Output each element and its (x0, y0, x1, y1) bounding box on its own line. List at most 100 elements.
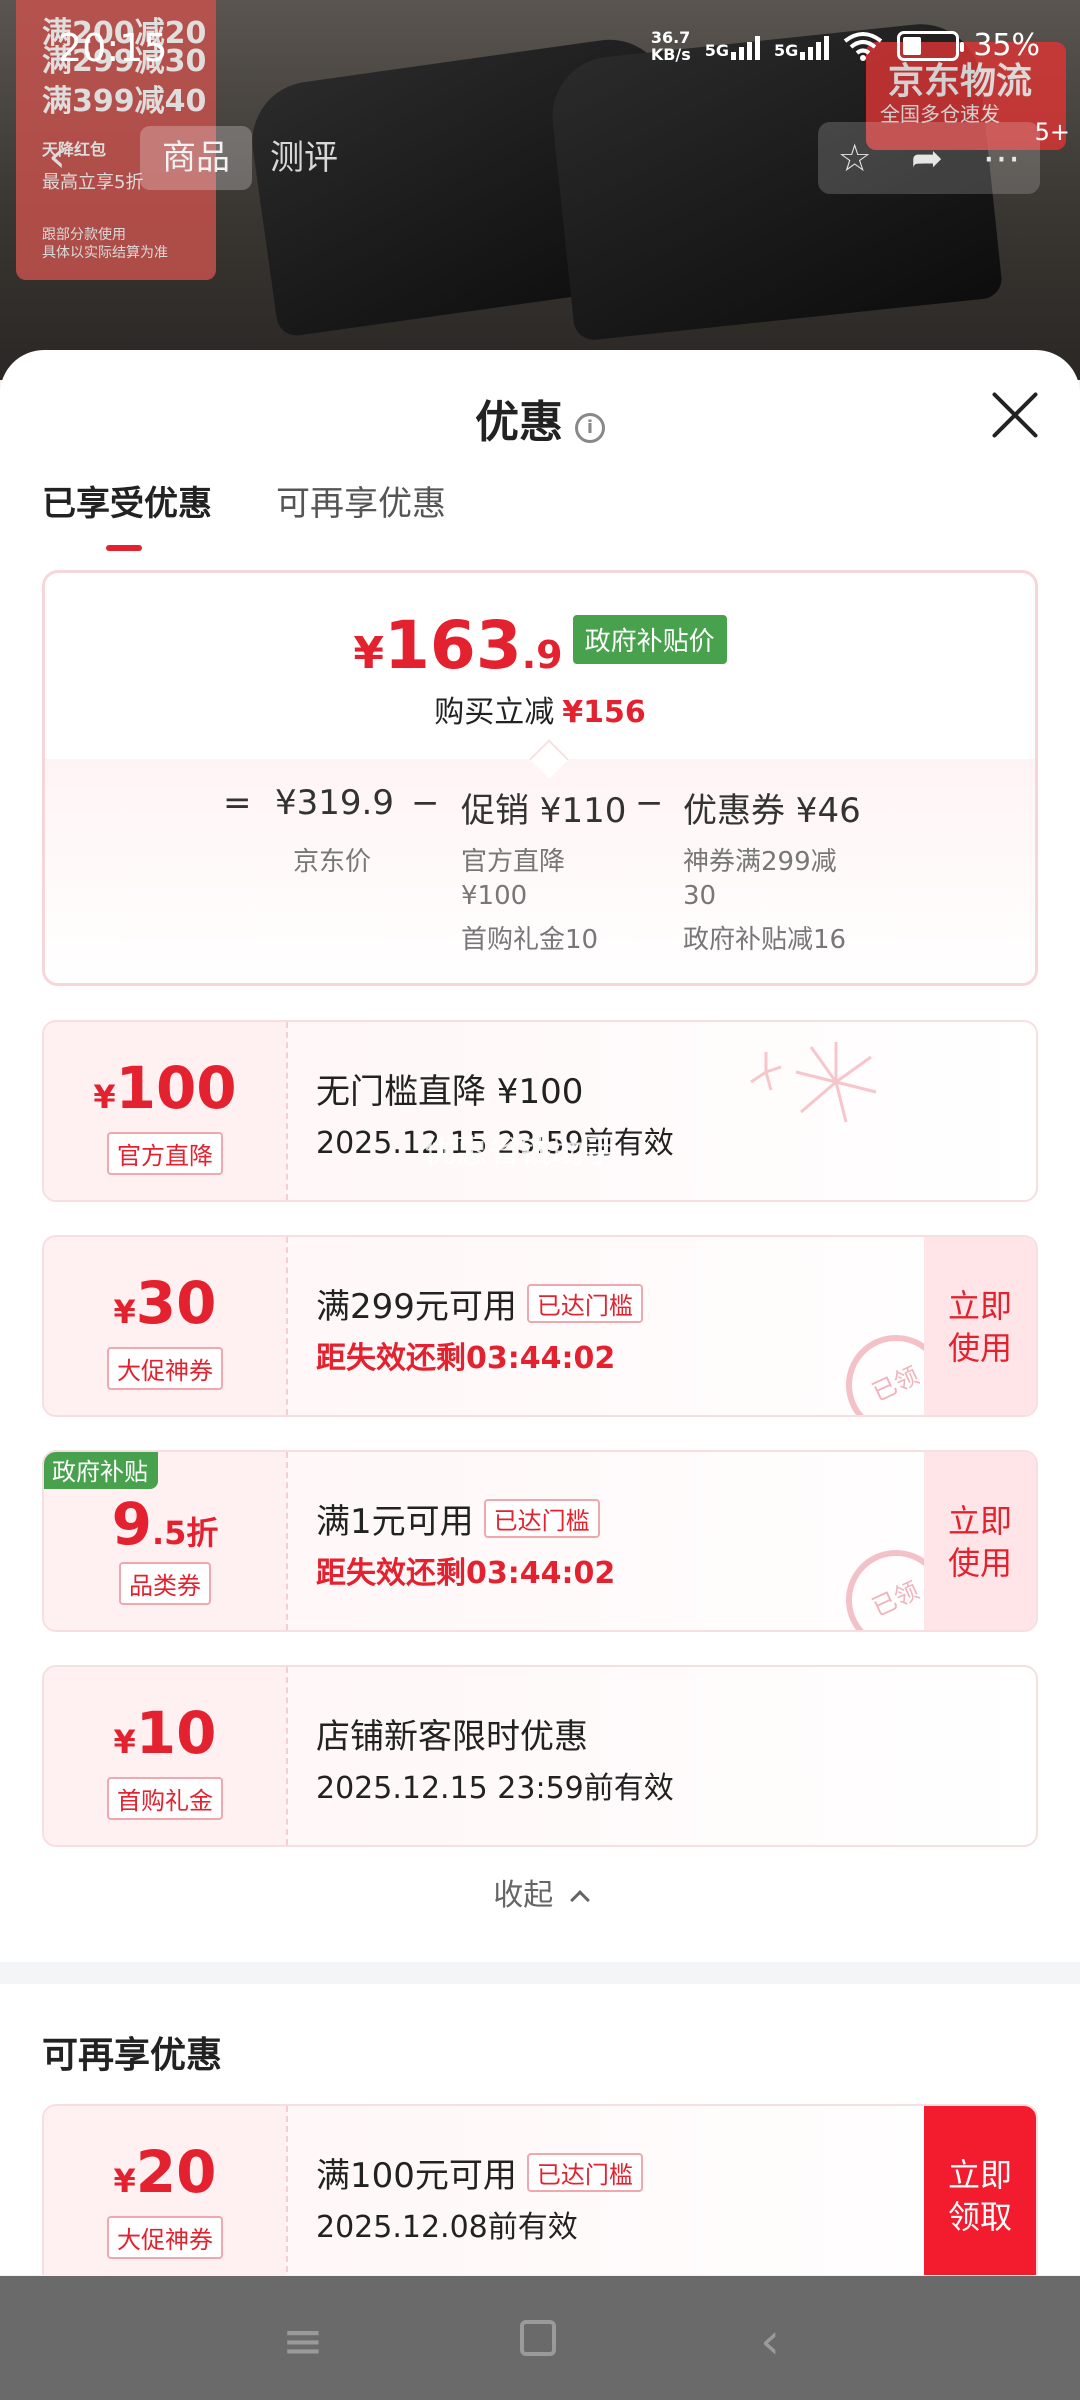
coupon-amount: ¥10 (44, 1699, 286, 1767)
coupon-amount: ¥100 (44, 1054, 286, 1122)
coupon-separator (286, 1237, 288, 1415)
coupon-detail-1: 神券满299减 (683, 847, 837, 877)
home-icon[interactable] (520, 2320, 556, 2356)
reduction-label: 购买立减 (434, 695, 555, 730)
tab-product[interactable]: 商品 (140, 126, 252, 190)
share-icon[interactable]: ➦ (911, 136, 943, 180)
coupon-value: 30 (135, 1269, 217, 1337)
jd-price-label: 京东价 (293, 847, 372, 877)
coupon-kind-label: 大促神券 (107, 2216, 223, 2259)
tab-enjoyed-discounts[interactable]: 已享受优惠 (42, 476, 212, 551)
threshold-met-tag: 已达门槛 (526, 2153, 643, 2192)
coupon-total: 优惠券 ¥46 (683, 791, 861, 831)
minus-sign-2: − (635, 783, 664, 823)
signal-1-icon: 5G (704, 32, 761, 60)
coupon-kind: 首购礼金 (44, 1777, 286, 1820)
collapse-label: 收起 (493, 1878, 554, 1913)
tab-more-discounts[interactable]: 可再享优惠 (276, 476, 446, 525)
coupon-title: 店铺新客限时优惠 (316, 1717, 588, 1757)
back-icon[interactable]: ‹ (30, 130, 84, 184)
coupon-countdown: 距失效还剩03:44:02 (316, 1556, 616, 1591)
wifi-icon (844, 31, 883, 61)
gov-subsidy-price-tag: 政府补贴价 (572, 615, 727, 664)
tab-review[interactable]: 测评 (248, 126, 360, 190)
coupon-kind-label: 首购礼金 (107, 1777, 223, 1820)
use-now-button[interactable]: 立即 使用 (924, 1237, 1036, 1415)
promo-foot: 跟部分款使用 具体以实际结算为准 (42, 227, 168, 261)
instant-reduction: 购买立减 ¥156 (45, 687, 1035, 731)
back-nav-icon[interactable]: ‹ (760, 2312, 780, 2370)
claim-now-button[interactable]: 立即 领取 (924, 2106, 1036, 2275)
status-icons: 36.7 KB/s 5G 5G 35% (651, 28, 1040, 63)
coupon-separator (286, 1667, 288, 1845)
use-now-button[interactable]: 立即 使用 (924, 1452, 1036, 1630)
coupon-amount: ¥20 (44, 2138, 286, 2206)
network-type-1: 5G (704, 40, 730, 60)
info-icon[interactable]: i (575, 413, 605, 443)
status-bar: 20:15 36.7 KB/s 5G 5G 35% (0, 0, 1080, 100)
battery-fill (903, 36, 922, 55)
price-summary-card: ¥163.9 政府补贴价 购买立减 ¥156 = ¥319.9 − 促销 ¥110 … (42, 570, 1038, 986)
coupon-separator (286, 1022, 288, 1200)
coupon-title: 满100元可用 已达门槛 (316, 2148, 643, 2197)
coupon-kind: 大促神券 (44, 2216, 286, 2259)
price-currency: ¥ (353, 628, 384, 679)
coupon-detail-2: 30 (683, 881, 717, 911)
product-top-nav: ‹ 商品 测评 ☆ ➦ ⋯ (0, 118, 1080, 198)
threshold-met-tag: 已达门槛 (526, 1284, 643, 1323)
coupon-title-text: 满100元可用 (316, 2156, 517, 2196)
collapse-button[interactable]: 收起 (0, 1870, 1080, 1914)
battery-icon (897, 30, 965, 61)
reduction-value: ¥156 (562, 695, 646, 730)
discount-sheet: 优惠 i 已享受优惠 可再享优惠 ¥163.9 政府补贴价 购买立减 ¥156 = ¥… (0, 350, 1080, 2275)
coupon-big-promo-20: ¥20 大促神券 满100元可用 已达门槛 2025.12.08前有效 立即 领取 (42, 2104, 1038, 2275)
more-icon[interactable]: ⋯ (982, 136, 1020, 180)
coupon-value: 9 (111, 1490, 152, 1558)
coupon-kind-label: 大促神券 (107, 1347, 223, 1390)
coupon-title: 无门槛直降 ¥100 (316, 1072, 584, 1112)
jd-price: ¥319.9 (275, 783, 394, 823)
watermark-text: 优惠省钱助手 (424, 1132, 617, 1170)
coupon-currency: ¥ (93, 1078, 116, 1116)
price-integer: 163 (383, 607, 522, 684)
coupon-currency: ¥ (113, 2162, 136, 2200)
price-decimal: .9 (521, 633, 563, 677)
more-discounts-title: 可再享优惠 (42, 2035, 223, 2076)
final-price: ¥163.9 政府补贴价 (45, 607, 1035, 684)
coupon-currency: ¥ (113, 1723, 136, 1761)
coupon-validity: 2025.12.15 23:59前有效 (316, 1771, 674, 1806)
nav-action-group: ☆ ➦ ⋯ (818, 122, 1040, 194)
coupon-kind: 品类券 (44, 1562, 286, 1605)
coupon-separator (286, 2106, 288, 2275)
coupon-title: 满1元可用 已达门槛 (316, 1494, 600, 1543)
equals-sign: = (223, 783, 252, 823)
coupon-validity: 2025.12.08前有效 (316, 2210, 578, 2245)
fireworks-decoration (750, 1042, 877, 1123)
coupon-kind: 官方直降 (44, 1132, 286, 1175)
favorite-icon[interactable]: ☆ (838, 136, 872, 180)
sheet-title: 优惠 i (0, 386, 1080, 450)
close-button[interactable] (990, 390, 1040, 440)
coupon-separator (286, 1452, 288, 1630)
coupon-kind: 大促神券 (44, 1347, 286, 1390)
promo-detail-2: ¥100 (461, 881, 528, 911)
coupon-title-text: 满1元可用 (316, 1502, 474, 1542)
coupon-official-reduction: ¥100 官方直降 无门槛直降 ¥100 2025.12.15 23:59前有效… (42, 1020, 1038, 1202)
coupon-gov-subsidy: 政府补贴 9.5折 品类券 满1元可用 已达门槛 距失效还剩03:44:02 已领… (42, 1450, 1038, 1632)
network-speed: 36.7 KB/s (650, 27, 691, 64)
minus-sign-1: − (411, 783, 440, 823)
signal-2-icon: 5G (774, 32, 830, 60)
menu-icon[interactable]: ≡ (282, 2312, 324, 2370)
status-time: 20:15 (58, 26, 168, 70)
discount-tabs: 已享受优惠 可再享优惠 (42, 476, 446, 551)
coupon-countdown: 距失效还剩03:44:02 (316, 1341, 616, 1376)
chevron-up-icon (569, 1890, 590, 1910)
coupon-currency: ¥ (113, 1293, 136, 1331)
gov-subsidy-tag: 政府补贴 (44, 1452, 158, 1489)
promo-detail-1: 官方直降 (461, 847, 566, 877)
coupon-kind-label: 品类券 (119, 1562, 211, 1605)
battery-percent: 35% (973, 28, 1040, 63)
coupon-kind-label: 官方直降 (107, 1132, 223, 1175)
coupon-title-text: 满299元可用 (316, 1287, 517, 1327)
promo-detail-3: 首购礼金10 (461, 925, 599, 955)
